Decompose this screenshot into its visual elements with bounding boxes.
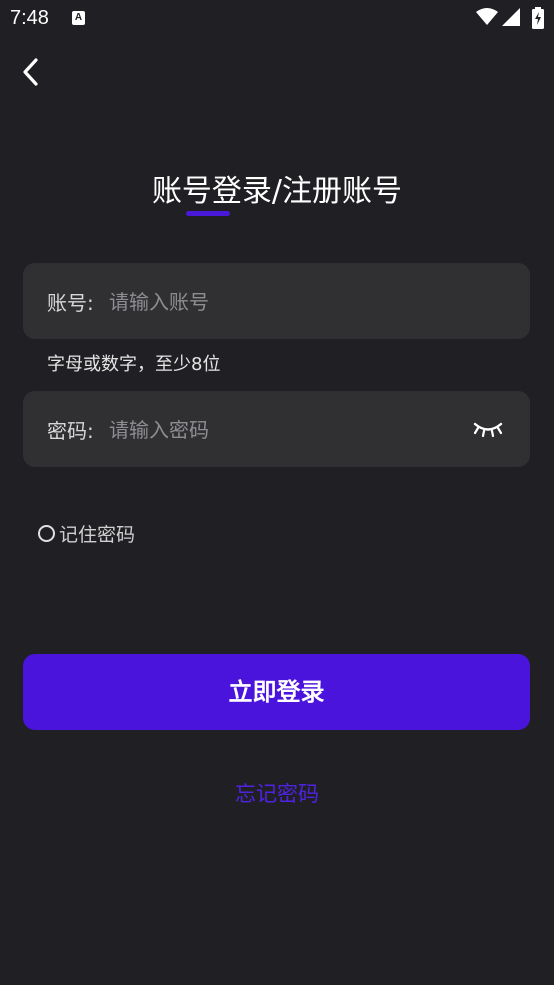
page-title: 账号登录/注册账号 (151, 174, 403, 209)
eye-closed-icon[interactable] (472, 417, 504, 441)
account-input[interactable] (107, 283, 451, 321)
login-button[interactable]: 立即登录 (23, 654, 530, 730)
battery-charging-icon (532, 7, 544, 29)
forgot-password-link[interactable]: 忘记密码 (0, 778, 554, 808)
password-field[interactable]: 密码: (23, 391, 530, 467)
notification-a-icon: A (72, 11, 85, 25)
remember-password-label: 记住密码 (59, 523, 136, 546)
password-label: 密码: (47, 419, 94, 443)
signal-icon (502, 8, 520, 26)
status-bar: 7:48 A (0, 0, 554, 36)
password-input[interactable] (107, 411, 451, 449)
account-label: 账号: (47, 291, 94, 315)
remember-password-checkbox[interactable]: 记住密码 (38, 520, 135, 546)
account-hint: 字母或数字，至少8位 (47, 354, 221, 375)
title-underline (186, 211, 230, 216)
wifi-icon (476, 8, 498, 25)
back-button[interactable] (14, 54, 50, 90)
chevron-left-icon (23, 58, 38, 86)
status-time: 7:48 (10, 7, 49, 29)
radio-circle-icon[interactable] (38, 524, 55, 542)
account-field[interactable]: 账号: (23, 263, 530, 339)
